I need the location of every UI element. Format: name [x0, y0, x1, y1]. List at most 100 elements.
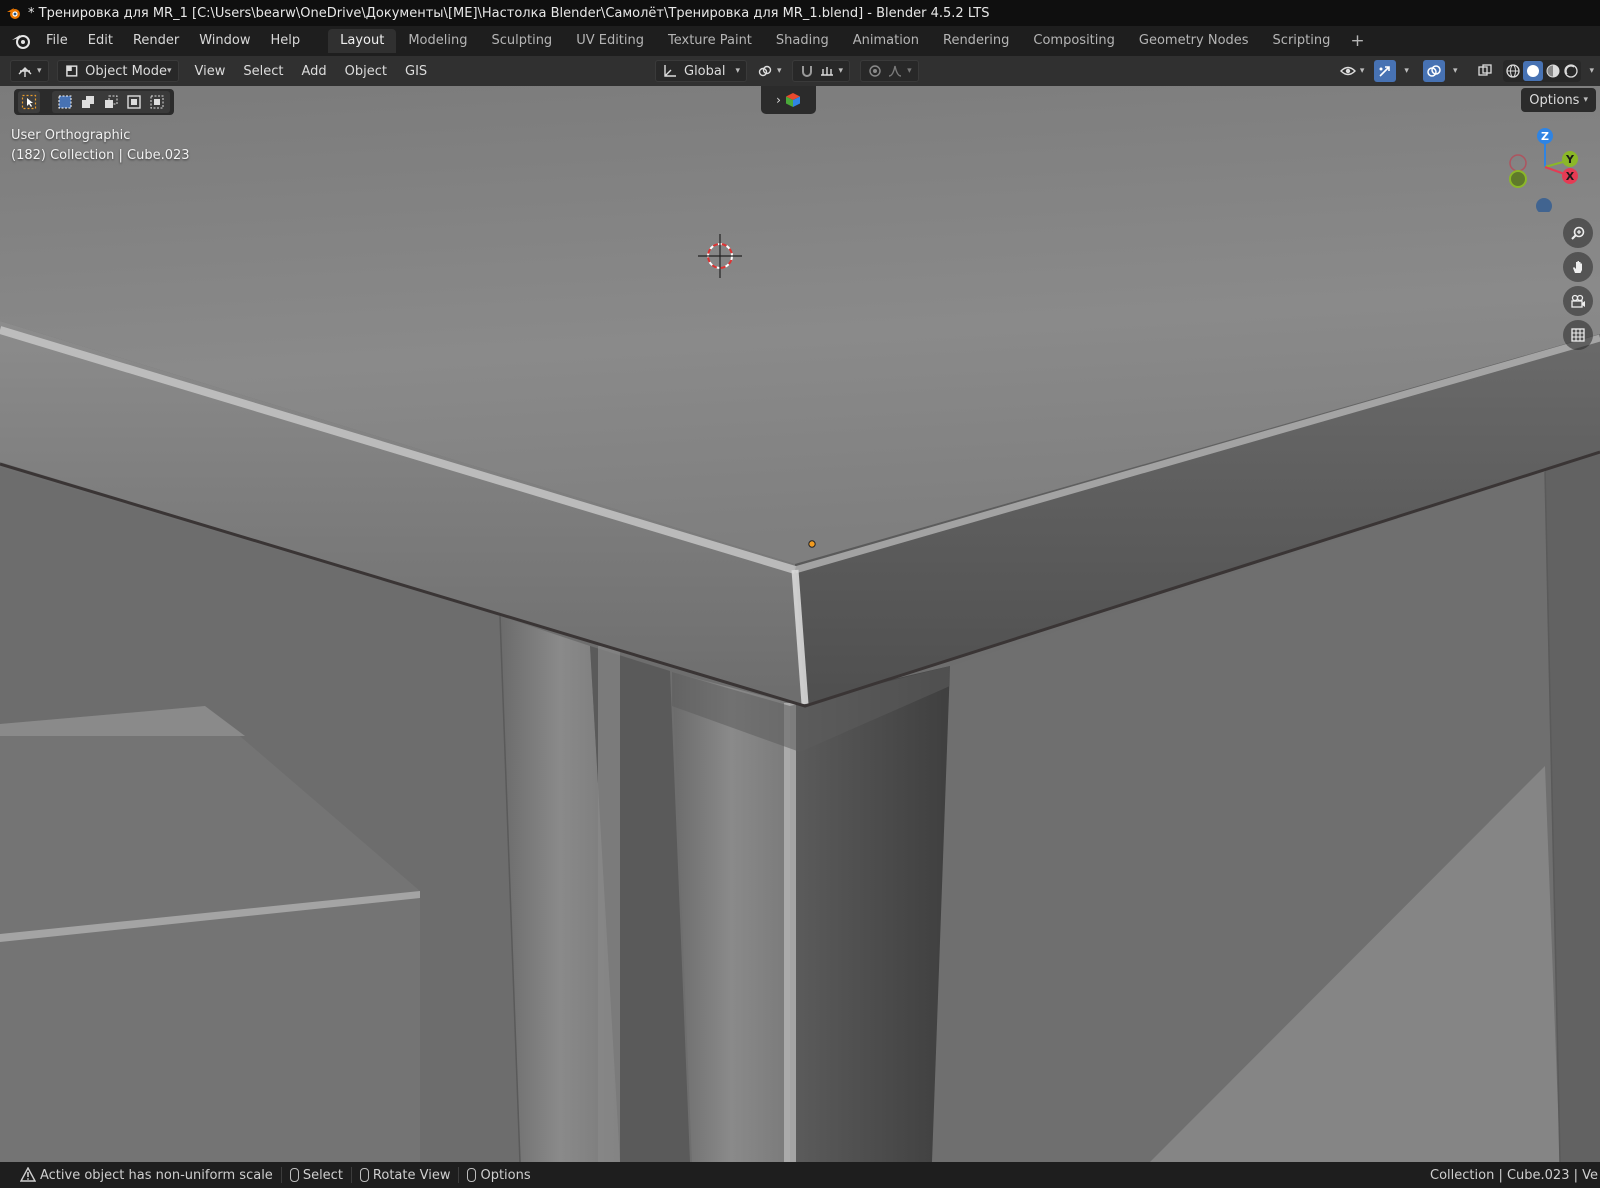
tab-scripting[interactable]: Scripting	[1261, 29, 1343, 53]
solid-shading-button[interactable]	[1523, 61, 1544, 81]
hint-options-label: Options	[480, 1167, 531, 1183]
asset-cube-icon	[785, 93, 800, 107]
menu-add[interactable]: Add	[296, 60, 333, 82]
camera-view-button[interactable]	[1563, 286, 1593, 316]
mode-label: Object Mode	[85, 63, 167, 79]
tab-compositing[interactable]: Compositing	[1021, 29, 1127, 53]
status-divider	[350, 1167, 352, 1183]
menu-render[interactable]: Render	[123, 26, 189, 56]
workspace-tabs: Layout Modeling Sculpting UV Editing Tex…	[328, 29, 1372, 53]
editor-type-button[interactable]: ▾	[10, 60, 49, 82]
tab-shading[interactable]: Shading	[764, 29, 841, 53]
menu-select[interactable]: Select	[237, 60, 289, 82]
options-label: Options	[1529, 92, 1580, 108]
grid-ortho-icon	[1571, 328, 1585, 342]
tab-modeling[interactable]: Modeling	[396, 29, 479, 53]
select-new-button[interactable]	[54, 91, 76, 113]
hint-options: Options	[467, 1167, 531, 1183]
falloff-curve-icon[interactable]	[887, 63, 903, 79]
transform-orientation-selector[interactable]: Global ▾	[655, 60, 747, 82]
select-new-icon	[58, 95, 72, 109]
material-preview-icon[interactable]	[1545, 63, 1561, 79]
options-button[interactable]: Options ▾	[1521, 88, 1596, 112]
snap-increment-icon[interactable]	[819, 63, 835, 79]
menu-window[interactable]: Window	[189, 26, 260, 56]
menu-object[interactable]: Object	[339, 60, 393, 82]
menu-edit[interactable]: Edit	[78, 26, 123, 56]
menu-view[interactable]: View	[189, 60, 232, 82]
warning-message: Active object has non-uniform scale	[20, 1167, 273, 1183]
select-invert-button[interactable]	[123, 91, 145, 113]
pan-view-button[interactable]	[1563, 252, 1593, 282]
selection-mode-group	[52, 91, 170, 113]
chevron-down-icon: ▾	[1583, 95, 1588, 105]
scene-render	[0, 86, 1600, 1162]
menu-gis[interactable]: GIS	[399, 60, 433, 82]
blender-logo-icon	[7, 8, 20, 19]
scene-stats-text: Collection | Cube.023 | Ve	[1430, 1167, 1598, 1183]
mouse-middle-icon	[359, 1168, 369, 1182]
select-invert-icon	[127, 95, 141, 109]
3d-viewport[interactable]: › Options ▾ User Orthographic (182) Coll…	[0, 86, 1600, 1162]
chevron-down-icon: ▾	[777, 66, 782, 76]
warning-text: Active object has non-uniform scale	[40, 1167, 273, 1183]
add-workspace-button[interactable]: +	[1342, 29, 1372, 53]
menu-help[interactable]: Help	[261, 26, 311, 56]
mouse-left-icon	[289, 1168, 299, 1182]
select-subtract-icon	[105, 95, 118, 108]
viewport-display-controls: ▾ ▾ ▾ ▾	[1334, 60, 1594, 82]
snap-magnet-icon[interactable]	[799, 63, 815, 79]
tab-animation[interactable]: Animation	[841, 29, 931, 53]
cursor-select-icon	[21, 94, 37, 110]
tab-uv-editing[interactable]: UV Editing	[564, 29, 656, 53]
tab-layout[interactable]: Layout	[328, 29, 397, 53]
navigation-gizmo[interactable]: Z Y X	[1500, 122, 1590, 212]
zoom-view-button[interactable]	[1563, 218, 1593, 248]
select-subtract-button[interactable]	[100, 91, 122, 113]
proportional-edit-icon[interactable]	[867, 63, 883, 79]
zoom-magnifier-icon	[1571, 226, 1585, 240]
axis-y-label: Y	[1565, 153, 1575, 166]
visibility-selector[interactable]: ▾	[1334, 60, 1371, 82]
rendered-shading-icon[interactable]	[1563, 63, 1579, 79]
hint-rotate-view: Rotate View	[359, 1167, 451, 1183]
pivot-point-selector[interactable]: ▾	[751, 60, 788, 82]
chevron-right-icon: ›	[776, 93, 781, 107]
tab-rendering[interactable]: Rendering	[931, 29, 1021, 53]
top-menu-bar: File Edit Render Window Help Layout Mode…	[0, 26, 1600, 56]
warning-icon	[20, 1167, 36, 1182]
select-box-tool-button[interactable]	[18, 91, 40, 113]
tab-geometry-nodes[interactable]: Geometry Nodes	[1127, 29, 1261, 53]
menu-file[interactable]: File	[36, 26, 78, 56]
3d-viewport-icon	[18, 67, 32, 77]
select-intersect-button[interactable]	[146, 91, 168, 113]
wireframe-shading-icon[interactable]	[1505, 63, 1521, 79]
object-mode-icon	[65, 65, 77, 77]
chevron-down-icon: ▾	[907, 66, 912, 76]
show-gizmo-toggle[interactable]	[1374, 60, 1397, 82]
tab-texture-paint[interactable]: Texture Paint	[656, 29, 764, 53]
hand-pan-icon	[1573, 261, 1582, 273]
mode-selector[interactable]: Object Mode ▾	[56, 60, 179, 82]
blender-menu-icon[interactable]	[10, 32, 32, 50]
xray-icon	[1478, 64, 1493, 76]
gizmo-dropdown-chevron-icon[interactable]: ▾	[1404, 66, 1409, 76]
select-extend-button[interactable]	[77, 91, 99, 113]
xray-toggle[interactable]	[1471, 60, 1499, 82]
sidebar-toggle-tab[interactable]: ›	[761, 86, 816, 114]
scene-statistics: Collection | Cube.023 | Ve	[1430, 1162, 1600, 1188]
tab-sculpting[interactable]: Sculpting	[479, 29, 564, 53]
mouse-right-icon	[467, 1168, 477, 1182]
status-divider	[458, 1167, 460, 1183]
hint-select-label: Select	[302, 1167, 343, 1183]
status-bar: Active object has non-uniform scale Sele…	[0, 1162, 1600, 1188]
hint-rotate-label: Rotate View	[372, 1167, 451, 1183]
viewport-info-overlay: User Orthographic (182) Collection | Cub…	[11, 126, 190, 166]
select-tool-strip	[14, 89, 174, 115]
snap-group: ▾	[791, 60, 851, 82]
overlays-dropdown-chevron-icon[interactable]: ▾	[1453, 66, 1458, 76]
show-overlays-toggle[interactable]	[1422, 60, 1445, 82]
orientation-label: Global	[684, 63, 726, 79]
perspective-toggle-button[interactable]	[1563, 320, 1593, 350]
shading-dropdown-chevron-icon[interactable]: ▾	[1589, 66, 1594, 76]
